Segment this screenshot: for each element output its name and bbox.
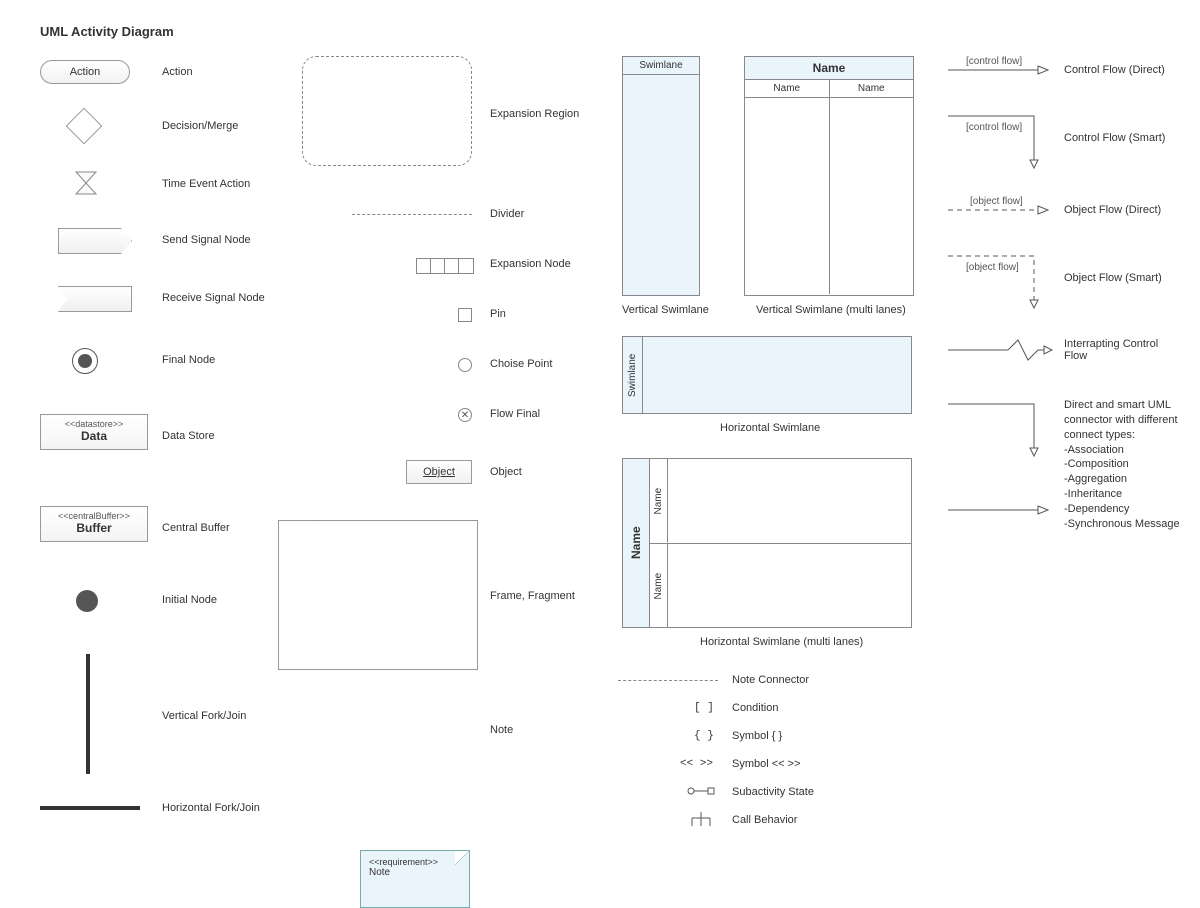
control-flow-smart-label: Control Flow (Smart) [1064, 132, 1165, 144]
receive-signal-label: Receive Signal Node [162, 292, 265, 304]
generic-type-3: -Inheritance [1064, 488, 1122, 500]
object-shape: Object [406, 460, 472, 484]
interrupting-flow-arrow [948, 338, 1052, 362]
note-text: Note [369, 867, 461, 878]
vertical-swimlane-multi-top: Name [745, 57, 913, 80]
datastore-name: Data [43, 429, 145, 443]
vertical-swimlane-shape: Swimlane [622, 56, 700, 296]
generic-type-2: -Aggregation [1064, 473, 1127, 485]
horizontal-fork-shape [40, 806, 140, 810]
symbol-angles-glyph: << >> [680, 758, 713, 770]
initial-node-label: Initial Node [162, 594, 217, 606]
choice-point-label: Choise Point [490, 358, 552, 370]
generic-connector-smart-arrow [948, 398, 1048, 458]
action-label: Action [162, 66, 193, 78]
datastore-stereo: <<datastore>> [43, 419, 145, 429]
call-behavior-icon [690, 812, 712, 828]
generic-connector-desc: Direct and smart UML connector with diff… [1064, 399, 1178, 441]
action-shape: Action [40, 60, 130, 84]
vertical-fork-shape [86, 654, 90, 774]
send-signal-shape [58, 228, 132, 254]
vswim-col1-header: Name [745, 80, 829, 98]
flow-final-shape: ✕ [458, 408, 472, 422]
central-buffer-name: Buffer [43, 521, 145, 535]
central-buffer-shape: <<centralBuffer>> Buffer [40, 506, 148, 542]
final-node-label: Final Node [162, 354, 215, 366]
initial-node-shape [76, 590, 98, 612]
generic-type-5: -Synchronous Message [1064, 518, 1180, 530]
time-event-shape [74, 170, 98, 196]
note-connector-shape [618, 680, 718, 681]
control-flow-smart-arrow [948, 110, 1048, 170]
hswim-row1-header: Name [650, 459, 668, 543]
receive-signal-shape [58, 286, 132, 312]
control-flow-direct-tag: [control flow] [966, 56, 1022, 67]
page-title: UML Activity Diagram [40, 24, 174, 39]
expansion-node-shape [416, 258, 474, 274]
control-flow-direct-label: Control Flow (Direct) [1064, 64, 1165, 76]
horizontal-swimlane-multi-label: Horizontal Swimlane (multi lanes) [700, 636, 863, 648]
generic-type-0: -Association [1064, 444, 1124, 456]
object-flow-smart-label: Object Flow (Smart) [1064, 272, 1162, 284]
flow-final-label: Flow Final [490, 408, 540, 420]
vertical-swimlane-label: Vertical Swimlane [622, 304, 709, 316]
symbol-braces-label: Symbol { } [732, 730, 782, 742]
generic-type-1: -Composition [1064, 458, 1129, 470]
note-connector-label: Note Connector [732, 674, 809, 686]
note-shape: <<requirement>> Note [360, 850, 470, 908]
expansion-region-label: Expansion Region [490, 108, 579, 120]
subactivity-state-label: Subactivity State [732, 786, 814, 798]
generic-connector-label: Direct and smart UML connector with diff… [1064, 398, 1196, 532]
object-flow-smart-arrow [948, 250, 1048, 310]
horizontal-fork-label: Horizontal Fork/Join [162, 802, 260, 814]
vertical-swimlane-header: Swimlane [623, 57, 699, 75]
subactivity-state-icon [686, 784, 716, 798]
divider-label: Divider [490, 208, 524, 220]
vertical-swimlane-multi-label: Vertical Swimlane (multi lanes) [756, 304, 906, 316]
frame-label: Frame, Fragment [490, 590, 575, 602]
choice-point-shape [458, 358, 472, 372]
hswim-multi-side: Name [623, 459, 650, 627]
divider-shape [352, 214, 472, 215]
object-label: Object [490, 466, 522, 478]
object-flow-smart-tag: [object flow] [966, 262, 1019, 273]
expansion-region-shape [302, 56, 472, 166]
central-buffer-label: Central Buffer [162, 522, 230, 534]
horizontal-swimlane-shape: Swimlane [622, 336, 912, 414]
note-stereo: <<requirement>> [369, 857, 461, 867]
decision-label: Decision/Merge [162, 120, 238, 132]
decision-shape [66, 108, 102, 144]
final-node-shape [72, 348, 98, 374]
vertical-swimlane-multi-shape: Name Name Name [744, 56, 914, 296]
condition-label: Condition [732, 702, 778, 714]
vswim-col2-header: Name [830, 80, 914, 98]
symbol-braces-glyph: { } [694, 730, 714, 742]
note-label: Note [490, 724, 513, 736]
call-behavior-label: Call Behavior [732, 814, 797, 826]
hswim-row2-header: Name [650, 544, 668, 628]
object-flow-direct-tag: [object flow] [970, 196, 1023, 207]
vertical-fork-label: Vertical Fork/Join [162, 710, 246, 722]
generic-connector-direct-arrow [948, 500, 1048, 520]
interrupting-flow-label: Interrapting Control Flow [1064, 338, 1184, 362]
datastore-shape: <<datastore>> Data [40, 414, 148, 450]
horizontal-swimlane-label: Horizontal Swimlane [720, 422, 820, 434]
pin-label: Pin [490, 308, 506, 320]
central-buffer-stereo: <<centralBuffer>> [43, 511, 145, 521]
frame-shape [278, 520, 478, 670]
send-signal-label: Send Signal Node [162, 234, 251, 246]
datastore-label: Data Store [162, 430, 215, 442]
horizontal-swimlane-header: Swimlane [623, 337, 643, 413]
horizontal-swimlane-multi-shape: Name Name Name [622, 458, 912, 628]
pin-shape [458, 308, 472, 322]
symbol-angles-label: Symbol << >> [732, 758, 801, 770]
object-flow-direct-label: Object Flow (Direct) [1064, 204, 1161, 216]
condition-glyph: [ ] [694, 702, 714, 714]
generic-type-4: -Dependency [1064, 503, 1129, 515]
expansion-node-label: Expansion Node [490, 258, 571, 270]
time-event-label: Time Event Action [162, 178, 250, 190]
control-flow-smart-tag: [control flow] [966, 122, 1022, 133]
